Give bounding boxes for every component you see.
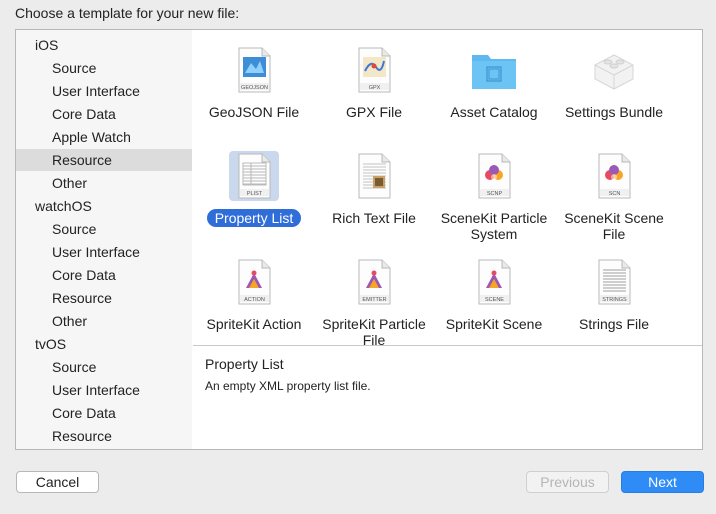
template-label: GPX File xyxy=(314,104,434,120)
sidebar-item-core-data[interactable]: Core Data xyxy=(16,264,192,286)
template-label-text: SpriteKit Particle File xyxy=(322,316,426,348)
template-pane: GEOJSON GeoJSON File GPX GPX File Asset Cata… xyxy=(193,30,702,449)
geojson-file-icon: GEOJSON xyxy=(229,45,279,95)
template-label-text: SpriteKit Scene xyxy=(445,316,543,332)
template-spritekit-action[interactable]: ACTION SpriteKit Action xyxy=(194,249,314,355)
template-label: Settings Bundle xyxy=(554,104,674,120)
sidebar-item-apple-watch[interactable]: Apple Watch xyxy=(16,126,192,148)
strings-file-icon: STRINGS xyxy=(589,257,639,307)
spritekit-action-icon: ACTION xyxy=(229,257,279,307)
platform-sidebar: iOS Source User Interface Core Data Apple Wa… xyxy=(16,30,192,449)
svg-text:GPX: GPX xyxy=(369,85,381,91)
template-label: SceneKit Particle System xyxy=(434,210,554,242)
template-label: SpriteKit Action xyxy=(194,316,314,332)
sidebar-item-core-data[interactable]: Core Data xyxy=(16,402,192,424)
plist-file-icon: PLIST xyxy=(229,151,279,201)
svg-text:ACTION: ACTION xyxy=(244,297,265,303)
template-chooser: iOS Source User Interface Core Data Apple Wa… xyxy=(15,29,703,450)
sidebar-item-user-interface[interactable]: User Interface xyxy=(16,379,192,401)
template-scenekit-scene-file[interactable]: SCN SceneKit Scene File xyxy=(554,143,674,249)
svg-text:SCNP: SCNP xyxy=(487,191,503,197)
template-gpx-file[interactable]: GPX GPX File xyxy=(314,37,434,143)
template-label-text: GPX File xyxy=(345,104,402,120)
sidebar-item-resource[interactable]: Resource xyxy=(16,425,192,447)
template-label: Property List xyxy=(194,209,314,227)
svg-text:PLIST: PLIST xyxy=(247,191,263,197)
folder-icon xyxy=(469,45,519,95)
template-label: GeoJSON File xyxy=(194,104,314,120)
lego-brick-icon xyxy=(589,45,639,95)
template-label-text: Asset Catalog xyxy=(450,104,538,120)
template-spritekit-particle-file[interactable]: EMITTER SpriteKit Particle File xyxy=(314,249,434,355)
sidebar-item-user-interface[interactable]: User Interface xyxy=(16,80,192,102)
svg-text:STRINGS: STRINGS xyxy=(602,297,627,303)
template-description: Property List An empty XML property list… xyxy=(205,356,685,393)
sidebar-item-user-interface[interactable]: User Interface xyxy=(16,241,192,263)
sidebar-item-other[interactable]: Other xyxy=(16,310,192,332)
description-title: Property List xyxy=(205,356,284,372)
template-label-text: Property List xyxy=(206,209,302,227)
template-grid: GEOJSON GeoJSON File GPX GPX File Asset Cata… xyxy=(193,30,702,348)
description-text: An empty XML property list file. xyxy=(205,379,371,393)
svg-text:GEOJSON: GEOJSON xyxy=(241,85,268,91)
scenekit-particle-icon: SCNP xyxy=(469,151,519,201)
sidebar-item-core-data[interactable]: Core Data xyxy=(16,103,192,125)
sidebar-item-source[interactable]: Source xyxy=(16,218,192,240)
template-geojson-file[interactable]: GEOJSON GeoJSON File xyxy=(194,37,314,143)
next-button[interactable]: Next xyxy=(621,471,704,493)
template-label: Rich Text File xyxy=(314,210,434,226)
sidebar-category-tvos[interactable]: tvOS xyxy=(16,333,192,355)
sidebar-item-other[interactable]: Other xyxy=(16,172,192,194)
sidebar-item-resource[interactable]: Resource xyxy=(16,287,192,309)
template-label: SpriteKit Scene xyxy=(434,316,554,332)
rich-text-file-icon xyxy=(349,151,399,201)
gpx-file-icon: GPX xyxy=(349,45,399,95)
template-label: SceneKit Scene File xyxy=(554,210,674,242)
svg-text:SCENE: SCENE xyxy=(485,297,504,303)
template-scenekit-particle-system[interactable]: SCNP SceneKit Particle System xyxy=(434,143,554,249)
template-label-text: Rich Text File xyxy=(332,210,416,226)
template-label-text: SceneKit Particle System xyxy=(440,210,548,242)
sidebar-item-source[interactable]: Source xyxy=(16,57,192,79)
spritekit-scene-icon: SCENE xyxy=(469,257,519,307)
sidebar-item-resource[interactable]: Resource xyxy=(16,149,192,171)
scenekit-scene-icon: SCN xyxy=(589,151,639,201)
template-label-text: SceneKit Scene File xyxy=(564,210,664,242)
template-label-text: SpriteKit Action xyxy=(206,316,302,332)
template-label-text: GeoJSON File xyxy=(208,104,300,120)
svg-text:SCN: SCN xyxy=(609,191,621,197)
cancel-button[interactable]: Cancel xyxy=(16,471,99,493)
template-label: Asset Catalog xyxy=(434,104,554,120)
spritekit-emitter-icon: EMITTER xyxy=(349,257,399,307)
sidebar-item-source[interactable]: Source xyxy=(16,356,192,378)
template-rich-text-file[interactable]: Rich Text File xyxy=(314,143,434,249)
svg-text:EMITTER: EMITTER xyxy=(362,297,386,303)
template-label-text: Strings File xyxy=(578,316,650,332)
template-spritekit-scene[interactable]: SCENE SpriteKit Scene xyxy=(434,249,554,355)
template-settings-bundle[interactable]: Settings Bundle xyxy=(554,37,674,143)
previous-button[interactable]: Previous xyxy=(526,471,609,493)
dialog-title: Choose a template for your new file: xyxy=(15,5,240,21)
template-label: Strings File xyxy=(554,316,674,332)
sidebar-category-watchos[interactable]: watchOS xyxy=(16,195,192,217)
sidebar-category-ios[interactable]: iOS xyxy=(16,34,192,56)
template-asset-catalog[interactable]: Asset Catalog xyxy=(434,37,554,143)
template-strings-file[interactable]: STRINGS Strings File xyxy=(554,249,674,355)
template-label: SpriteKit Particle File xyxy=(314,316,434,348)
template-property-list[interactable]: PLIST Property List xyxy=(194,143,314,249)
template-label-text: Settings Bundle xyxy=(564,104,664,120)
